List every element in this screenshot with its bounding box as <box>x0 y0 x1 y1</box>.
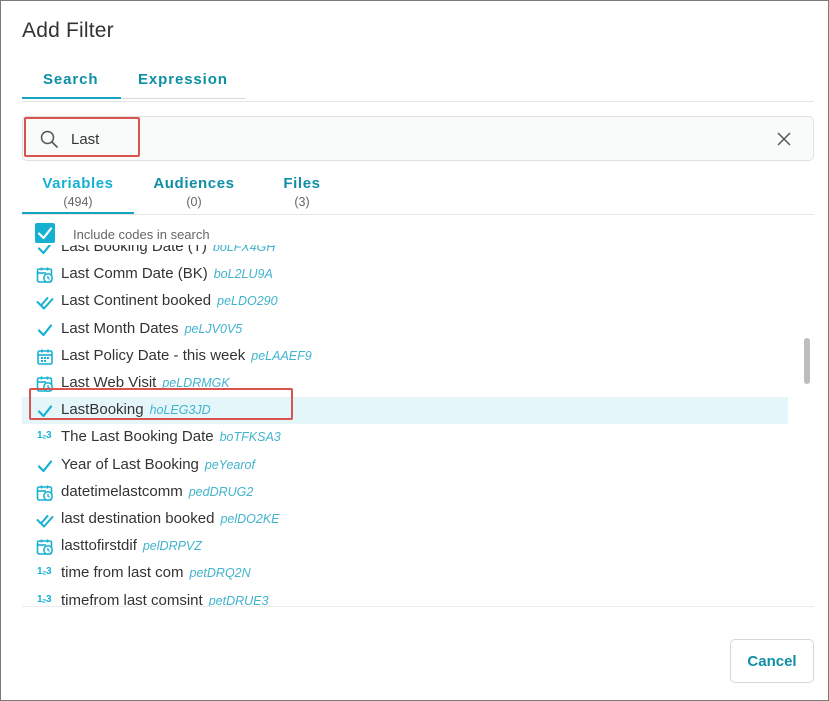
date-time-icon <box>36 539 53 556</box>
variable-name: time from last com <box>61 564 184 582</box>
variable-name: LastBooking <box>61 401 144 419</box>
calendar-icon <box>37 349 53 365</box>
number-icon: 1₂3 <box>37 593 52 605</box>
variable-label: Year of Last Booking peYearof <box>61 456 255 473</box>
variable-name: Last Booking Date (T) <box>61 245 207 255</box>
variable-list-item[interactable]: 1₂3 The Last Booking Date boTFKSA3 <box>22 424 788 451</box>
variable-name: The Last Booking Date <box>61 428 214 446</box>
search-input[interactable] <box>71 126 751 152</box>
variable-label: Last Policy Date - this week peLAAEF9 <box>61 347 312 364</box>
variable-code: petDRUE3 <box>208 593 269 607</box>
variable-name: Year of Last Booking <box>61 455 199 473</box>
variable-list-item[interactable]: lasttofirstdif pelDRPVZ <box>22 533 788 560</box>
variable-name: last destination booked <box>61 510 215 527</box>
variable-label: The Last Booking Date boTFKSA3 <box>61 428 281 445</box>
tab-variables-label: Variables <box>42 175 114 192</box>
tab-audiences-count: (0) <box>186 195 202 209</box>
variable-code: pedDRUG2 <box>188 484 254 499</box>
variable-label: Last Web Visit peLDRMGK <box>61 374 230 391</box>
variable-name: datetimelastcomm <box>61 482 183 500</box>
variable-code: peYearof <box>204 457 255 472</box>
cancel-button[interactable]: Cancel <box>730 639 814 683</box>
variable-name: Last Policy Date - this week <box>61 346 246 364</box>
variable-list-item[interactable]: 1₂3 time from last com petDRQ2N <box>22 560 788 587</box>
variable-label: datetimelastcomm pedDRUG2 <box>61 483 253 500</box>
check-icon <box>37 405 53 418</box>
include-codes-label: Include codes in search <box>73 227 210 242</box>
variable-code: boL2LU9A <box>213 267 273 282</box>
variable-name: lasttofirstdif <box>61 537 137 555</box>
active-tab-indicator <box>22 97 121 99</box>
date-time-icon <box>36 267 53 284</box>
close-icon[interactable] <box>775 130 793 148</box>
tab-expression[interactable]: Expression <box>138 71 228 88</box>
check-icon <box>37 323 53 336</box>
variable-label: Last Booking Date (T) boLFX4GH <box>61 245 275 255</box>
variable-name: Last Continent booked <box>61 292 212 310</box>
tab-files-count: (3) <box>294 195 310 209</box>
variable-label: last destination booked pelDO2KE <box>61 510 280 527</box>
tab-divider <box>121 98 245 99</box>
variable-code: hoLEG3JD <box>149 403 211 418</box>
result-tabs: Variables (494) Audiences (0) Files (3) <box>22 171 814 215</box>
double-check-icon <box>36 297 54 310</box>
variable-list-item[interactable]: Last Continent booked peLDO290 <box>22 288 788 315</box>
add-filter-dialog: Add Filter Search Expression Variables (… <box>0 0 829 701</box>
tab-files[interactable]: Files (3) <box>262 175 342 209</box>
variable-code: peLDRMGK <box>162 376 230 390</box>
variable-label: lasttofirstdif pelDRPVZ <box>61 537 202 554</box>
double-check-icon <box>36 515 54 528</box>
footer-divider <box>22 606 814 607</box>
variable-list: Last Booking Date (T) boLFX4GH Last Comm D… <box>22 245 794 607</box>
variable-list-item[interactable]: last destination booked pelDO2KE <box>22 506 788 533</box>
variable-code: pelDO2KE <box>220 512 280 526</box>
variable-code: petDRQ2N <box>189 566 251 581</box>
tab-audiences[interactable]: Audiences (0) <box>144 175 244 209</box>
variable-list-item[interactable]: LastBooking hoLEG3JD <box>22 397 788 425</box>
tab-variables-count: (494) <box>63 195 93 209</box>
variable-code: boLFX4GH <box>212 245 276 254</box>
dialog-title: Add Filter <box>22 19 114 42</box>
active-subtab-indicator <box>22 212 134 214</box>
variable-label: time from last com petDRQ2N <box>61 564 251 581</box>
variable-list-item[interactable]: Last Web Visit peLDRMGK <box>22 370 788 397</box>
tab-search[interactable]: Search <box>43 71 98 88</box>
variable-list-item[interactable]: Last Month Dates peLJV0V5 <box>22 316 788 343</box>
number-icon: 1₂3 <box>37 566 52 578</box>
variable-code: peLJV0V5 <box>184 321 243 336</box>
number-icon: 1₂3 <box>37 430 52 442</box>
tab-variables[interactable]: Variables (494) <box>22 175 134 209</box>
variable-code: pelDRPVZ <box>142 539 202 554</box>
variable-label: timefrom last comsint petDRUE3 <box>61 592 268 607</box>
variable-code: peLDO290 <box>217 294 278 309</box>
check-icon <box>37 459 53 472</box>
list-scrollbar[interactable] <box>804 338 810 384</box>
variable-list-item[interactable]: Last Policy Date - this week peLAAEF9 <box>22 343 788 370</box>
checkmark-icon <box>37 227 53 240</box>
tab-audiences-label: Audiences <box>153 175 235 192</box>
variable-list-item[interactable]: datetimelastcomm pedDRUG2 <box>22 479 788 506</box>
search-icon <box>40 130 58 148</box>
variable-label: Last Month Dates peLJV0V5 <box>61 320 242 337</box>
variable-name: Last Web Visit <box>61 374 157 391</box>
variable-name: Last Comm Date (BK) <box>61 265 208 283</box>
variable-name: Last Month Dates <box>61 319 179 337</box>
variable-code: peLAAEF9 <box>251 348 312 363</box>
variable-label: Last Continent booked peLDO290 <box>61 292 278 309</box>
variable-label: LastBooking hoLEG3JD <box>61 401 211 418</box>
variable-label: Last Comm Date (BK) boL2LU9A <box>61 265 273 282</box>
variable-list-item[interactable]: Year of Last Booking peYearof <box>22 452 788 479</box>
include-codes-checkbox[interactable] <box>35 223 55 243</box>
check-icon <box>37 245 52 255</box>
search-box <box>22 116 814 161</box>
variable-list-item[interactable]: 1₂3 timefrom last comsint petDRUE3 <box>22 588 788 607</box>
variable-name: timefrom last comsint <box>61 591 203 607</box>
variable-list-item[interactable]: Last Booking Date (T) boLFX4GH <box>22 245 788 261</box>
date-time-icon <box>36 376 53 392</box>
variable-code: boTFKSA3 <box>219 430 281 445</box>
variable-list-item[interactable]: Last Comm Date (BK) boL2LU9A <box>22 261 788 288</box>
filter-mode-tabs: Search Expression <box>22 63 814 102</box>
date-time-icon <box>36 485 53 501</box>
tab-files-label: Files <box>283 175 321 192</box>
